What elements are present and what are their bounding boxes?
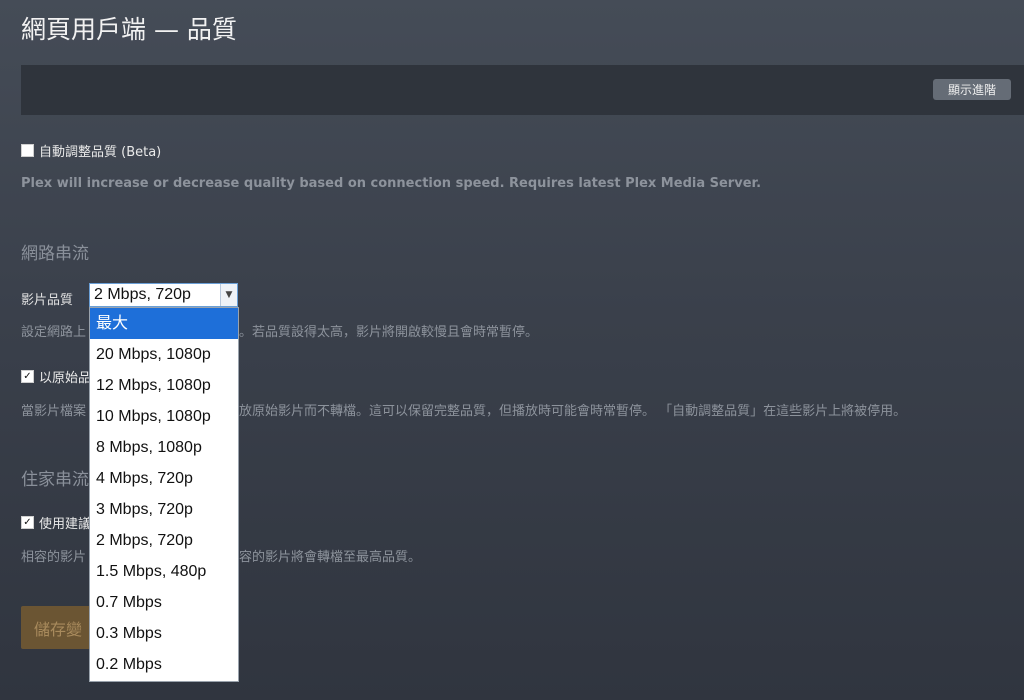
- quality-option[interactable]: 0.7 Mbps: [90, 587, 238, 618]
- video-quality-label: 影片品質: [21, 293, 74, 308]
- local-section-title: 住家串流: [21, 470, 89, 490]
- show-advanced-button[interactable]: 顯示進階: [933, 79, 1011, 100]
- original-description-right: 放原始影片而不轉檔。這可以保留完整品質，但播放時可能會時常暫停。 「自動調整品質…: [239, 404, 907, 419]
- chevron-down-icon[interactable]: ▼: [220, 284, 237, 306]
- quality-option[interactable]: 12 Mbps, 1080p: [90, 370, 238, 401]
- original-description-left: 當影片檔案: [21, 404, 87, 419]
- auto-quality-row[interactable]: 自動調整品質 (Beta): [21, 141, 161, 160]
- quality-option[interactable]: 0.3 Mbps: [90, 618, 238, 649]
- recommend-description-left: 相容的影片: [21, 550, 87, 565]
- recommend-label: 使用建議: [39, 517, 92, 532]
- video-quality-dropdown: 最大 20 Mbps, 1080p 12 Mbps, 1080p 10 Mbps…: [89, 307, 239, 682]
- remote-section-title: 網路串流: [21, 244, 89, 264]
- original-quality-label: 以原始品: [39, 371, 92, 386]
- quality-description-left: 設定網路上: [21, 325, 87, 340]
- recommend-row[interactable]: ✓ 使用建議: [21, 513, 91, 532]
- quality-option[interactable]: 2 Mbps, 720p: [90, 525, 238, 556]
- quality-option[interactable]: 3 Mbps, 720p: [90, 494, 238, 525]
- quality-description-right: 。若品質設得太高，影片將開啟較慢且會時常暫停。: [239, 325, 539, 340]
- quality-option[interactable]: 0.2 Mbps: [90, 649, 238, 680]
- quality-option[interactable]: 1.5 Mbps, 480p: [90, 556, 238, 587]
- auto-quality-label: 自動調整品質 (Beta): [39, 145, 162, 160]
- settings-toolbar: 顯示進階: [21, 65, 1024, 115]
- auto-quality-checkbox[interactable]: [21, 144, 34, 157]
- quality-option[interactable]: 最大: [90, 308, 238, 339]
- recommend-description-right: 容的影片將會轉檔至最高品質。: [239, 550, 422, 565]
- quality-option[interactable]: 4 Mbps, 720p: [90, 463, 238, 494]
- quality-option[interactable]: 20 Mbps, 1080p: [90, 339, 238, 370]
- page-title: 網頁用戶端 — 品質: [21, 15, 237, 44]
- quality-option[interactable]: 8 Mbps, 1080p: [90, 432, 238, 463]
- original-quality-row[interactable]: ✓ 以原始品: [21, 367, 91, 386]
- recommend-checkbox[interactable]: ✓: [21, 516, 34, 529]
- auto-quality-description: Plex will increase or decrease quality b…: [21, 176, 762, 191]
- video-quality-select[interactable]: 2 Mbps, 720p ▼: [89, 283, 238, 307]
- save-changes-button[interactable]: 儲存變: [21, 606, 95, 649]
- quality-option[interactable]: 10 Mbps, 1080p: [90, 401, 238, 432]
- original-quality-checkbox[interactable]: ✓: [21, 370, 34, 383]
- video-quality-selected-value: 2 Mbps, 720p: [94, 286, 191, 303]
